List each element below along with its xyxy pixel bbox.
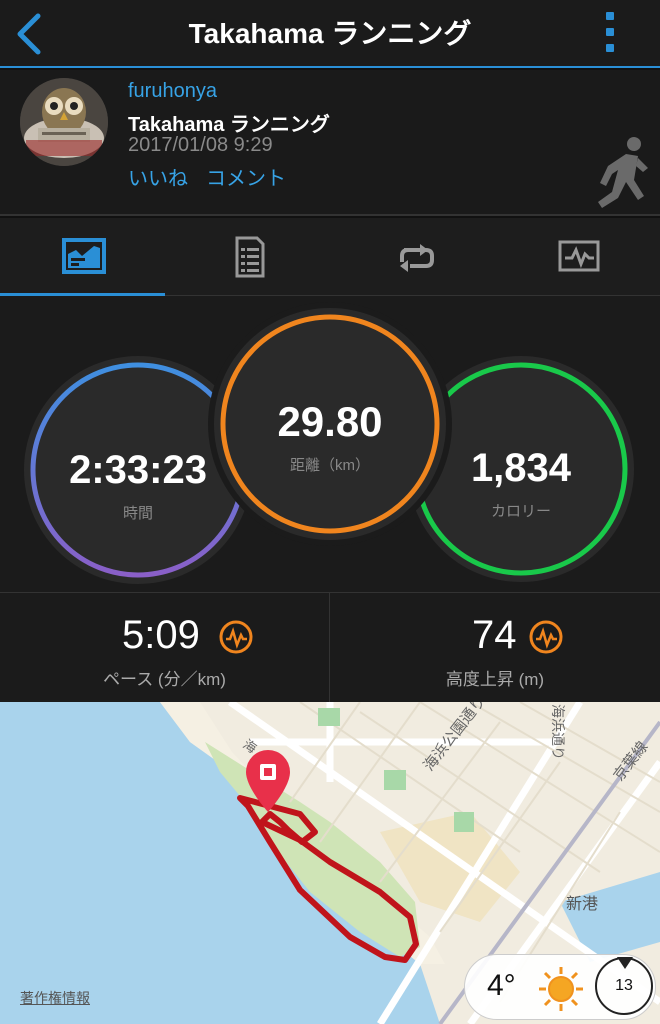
more-menu-icon[interactable]	[600, 10, 620, 56]
activity-date: 2017/01/08 9:29	[128, 134, 273, 156]
running-icon	[598, 137, 648, 208]
monitor-graph-icon	[558, 240, 600, 272]
wind-speed-value: 13	[615, 977, 633, 994]
summary-chart-icon	[62, 238, 106, 274]
tab-charts[interactable]	[495, 218, 660, 296]
activity-name: Takahama ランニング	[128, 114, 330, 136]
route-map[interactable]: 海 海浜公園通り 京葉線 海浜通り 新港 著作権情報 4° 13	[0, 702, 660, 1024]
activity-header: furuhonya Takahama ランニング 2017/01/08 9:29…	[0, 70, 660, 216]
pace-label: ペース (分／km)	[103, 670, 226, 689]
distance-ring: 29.80 距離（km）	[214, 308, 446, 540]
page-title: Takahama ランニング	[188, 18, 472, 49]
pace-value: 5:09	[122, 613, 200, 657]
wind-indicator: 13	[595, 957, 653, 1015]
elevation-cell[interactable]: 74 高度上昇 (m)	[329, 593, 660, 703]
temperature-value: 4°	[487, 969, 516, 1002]
map-label-street3: 海浜通り	[550, 704, 566, 760]
top-bar: Takahama ランニング	[0, 0, 660, 68]
distance-value: 29.80	[277, 398, 383, 445]
copyright-link[interactable]: 著作権情報	[20, 988, 90, 1008]
wind-direction-icon	[617, 957, 633, 969]
avatar[interactable]	[20, 78, 108, 166]
weather-widget[interactable]: 4° 13	[464, 954, 656, 1020]
comment-link[interactable]: コメント	[206, 162, 286, 191]
elevation-chart-icon	[529, 620, 563, 654]
tab-summary[interactable]	[0, 218, 165, 296]
map-label-district: 新港	[566, 896, 599, 913]
tab-bar	[0, 218, 660, 296]
stats-panel: 2:33:23 時間 1,834 カロリー 29.80 距離（km）	[0, 296, 660, 592]
sun-icon	[539, 967, 583, 1011]
elevation-value: 74	[472, 613, 517, 657]
pace-chart-icon	[219, 620, 253, 654]
username-link[interactable]: furuhonya	[128, 80, 217, 103]
document-icon	[235, 236, 265, 278]
tab-details[interactable]	[165, 218, 330, 296]
owl-avatar-image	[20, 78, 108, 166]
secondary-stats: 5:09 ペース (分／km) 74 高度上昇 (m)	[0, 592, 660, 703]
like-link[interactable]: いいね	[128, 162, 188, 191]
tab-laps[interactable]	[330, 218, 495, 296]
laps-loop-icon	[400, 244, 434, 272]
elevation-label: 高度上昇 (m)	[445, 670, 545, 689]
distance-label: 距離（km）	[290, 457, 370, 474]
pace-cell[interactable]: 5:09 ペース (分／km)	[0, 593, 329, 703]
